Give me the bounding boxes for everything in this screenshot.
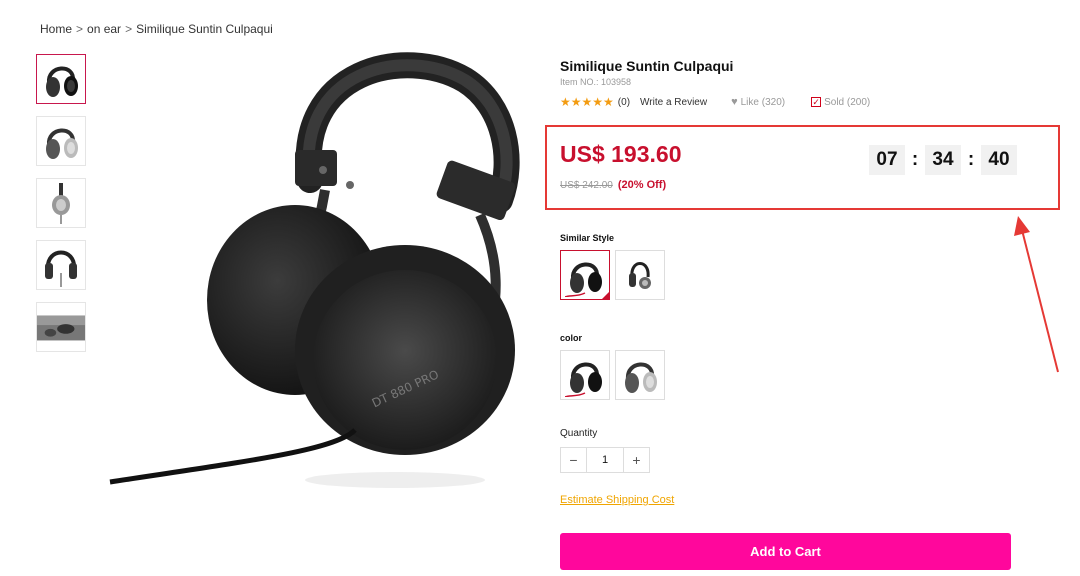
similar-style-label: Similar Style [560,233,615,243]
breadcrumb-separator: > [125,22,133,36]
color-option-silver[interactable] [615,350,665,400]
similar-style-option-2[interactable] [615,250,665,300]
headphone-black-icon [565,262,602,297]
breadcrumb-current: Similique Suntin Culpaqui [136,22,273,36]
product-info: Similique Suntin Culpaqui Item NO.: 1039… [560,56,1020,109]
price-highlight-box: US$ 193.60 US$ 242.00 (20% Off) 07 : 34 … [545,125,1060,210]
thumbnail-4[interactable] [36,240,86,290]
countdown-minutes: 34 [925,145,961,175]
quantity-stepper: − 1 + [560,447,650,473]
breadcrumb: Home > on ear > Similique Suntin Culpaqu… [40,22,273,36]
headphone-front-icon [629,262,651,289]
thumbnail-3[interactable] [36,178,86,228]
current-price: US$ 193.60 [560,141,682,167]
headphone-silver-icon [46,128,78,159]
discount-badge: (20% Off) [617,179,667,191]
breadcrumb-home[interactable]: Home [40,22,72,36]
countdown-colon: : [911,149,919,170]
breadcrumb-separator: > [76,22,84,36]
quantity-increase-button[interactable]: + [624,448,649,472]
color-option-black[interactable] [560,350,610,400]
countdown-seconds: 40 [981,145,1017,175]
original-price: US$ 242.00 [560,179,613,191]
rating-count: (0) [617,96,631,108]
item-number: Item NO.: 103958 [560,77,632,87]
countdown-hours: 07 [869,145,905,175]
breadcrumb-category[interactable]: on ear [87,22,121,36]
headphone-black-icon [46,66,78,97]
thumbnail-1[interactable] [36,54,86,104]
thumbnail-5[interactable] [36,302,86,352]
headphone-black-icon [565,362,602,397]
color-label: color [560,333,583,343]
add-to-cart-button[interactable]: Add to Cart [560,533,1011,570]
estimate-shipping-link[interactable]: Estimate Shipping Cost [560,494,674,506]
headphone-silver-icon [625,362,657,393]
color-options [560,350,665,400]
quantity-decrease-button[interactable]: − [561,448,586,472]
headphone-front-icon [45,250,77,287]
quantity-input[interactable]: 1 [586,448,624,472]
old-price-row: US$ 242.00 (20% Off) [560,179,666,191]
headphone-lifestyle-icon [37,315,85,341]
sold-count: Sold (200) [824,96,871,108]
quantity-label: Quantity [560,428,598,439]
similar-style-options [560,250,665,300]
main-product-image[interactable]: DT 880 PRO [105,50,525,490]
write-review-link[interactable]: Write a Review [640,97,707,108]
countdown-timer: 07 : 34 : 40 [869,145,1017,175]
headphone-main-image: DT 880 PRO [109,52,520,488]
product-title: Similique Suntin Culpaqui [560,58,734,74]
like-count: Like (320) [740,96,786,108]
sold-info: ✓ Sold (200) [811,97,870,108]
heart-icon: ♥ [731,96,738,108]
headphone-side-icon [52,183,70,224]
thumbnail-2[interactable] [36,116,86,166]
thumbnail-gallery [36,54,88,364]
countdown-colon: : [967,149,975,170]
product-meta: ★★★★★ (0) Write a Review ♥ Like (320) ✓ … [560,95,1020,109]
rating-stars: ★★★★★ [560,95,614,109]
checkbox-icon: ✓ [811,96,822,107]
like-button[interactable]: ♥ Like (320) [731,96,785,108]
similar-style-option-1[interactable] [560,250,610,300]
